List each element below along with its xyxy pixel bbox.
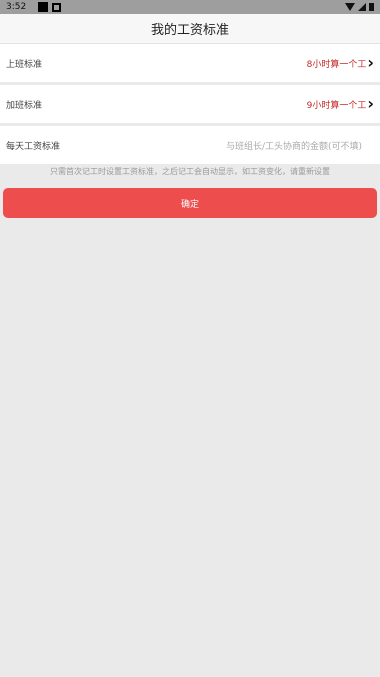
overtime-standard-label: 加班标准 bbox=[6, 100, 43, 111]
wifi-icon bbox=[345, 3, 355, 11]
notification-icon bbox=[52, 2, 62, 12]
chevron-right-icon: › bbox=[367, 94, 374, 113]
overtime-standard-value-wrap[interactable]: 9小时算一个工 › bbox=[307, 96, 374, 112]
chevron-right-icon: › bbox=[367, 53, 374, 72]
work-standard-row[interactable]: 上班标准 8小时算一个工 › bbox=[0, 44, 380, 82]
work-standard-value-wrap[interactable]: 8小时算一个工 › bbox=[307, 55, 374, 71]
status-icons bbox=[345, 3, 374, 11]
work-standard-label: 上班标准 bbox=[6, 59, 43, 70]
status-time: 3:52 bbox=[6, 2, 27, 12]
daily-wage-label: 每天工资标准 bbox=[6, 141, 61, 152]
battery-icon bbox=[369, 3, 374, 11]
confirm-button[interactable]: 确定 bbox=[3, 188, 377, 218]
overtime-standard-row[interactable]: 加班标准 9小时算一个工 › bbox=[0, 85, 380, 123]
daily-wage-row[interactable]: 每天工资标准 与班组长/工头协商的金额(可不填) bbox=[0, 126, 380, 164]
daily-wage-input[interactable]: 与班组长/工头协商的金额(可不填) bbox=[226, 139, 374, 152]
work-standard-value: 8小时算一个工 bbox=[306, 59, 367, 70]
page-title: 我的工资标准 bbox=[0, 14, 380, 44]
app-notification-icon bbox=[38, 2, 49, 12]
overtime-standard-value: 9小时算一个工 bbox=[306, 100, 367, 111]
status-bar: 3:52 bbox=[0, 0, 380, 14]
hint-text: 只需首次记工时设置工资标准，之后记工会自动显示，如工资变化，请重新设置 bbox=[0, 164, 380, 180]
signal-icon bbox=[358, 3, 366, 11]
